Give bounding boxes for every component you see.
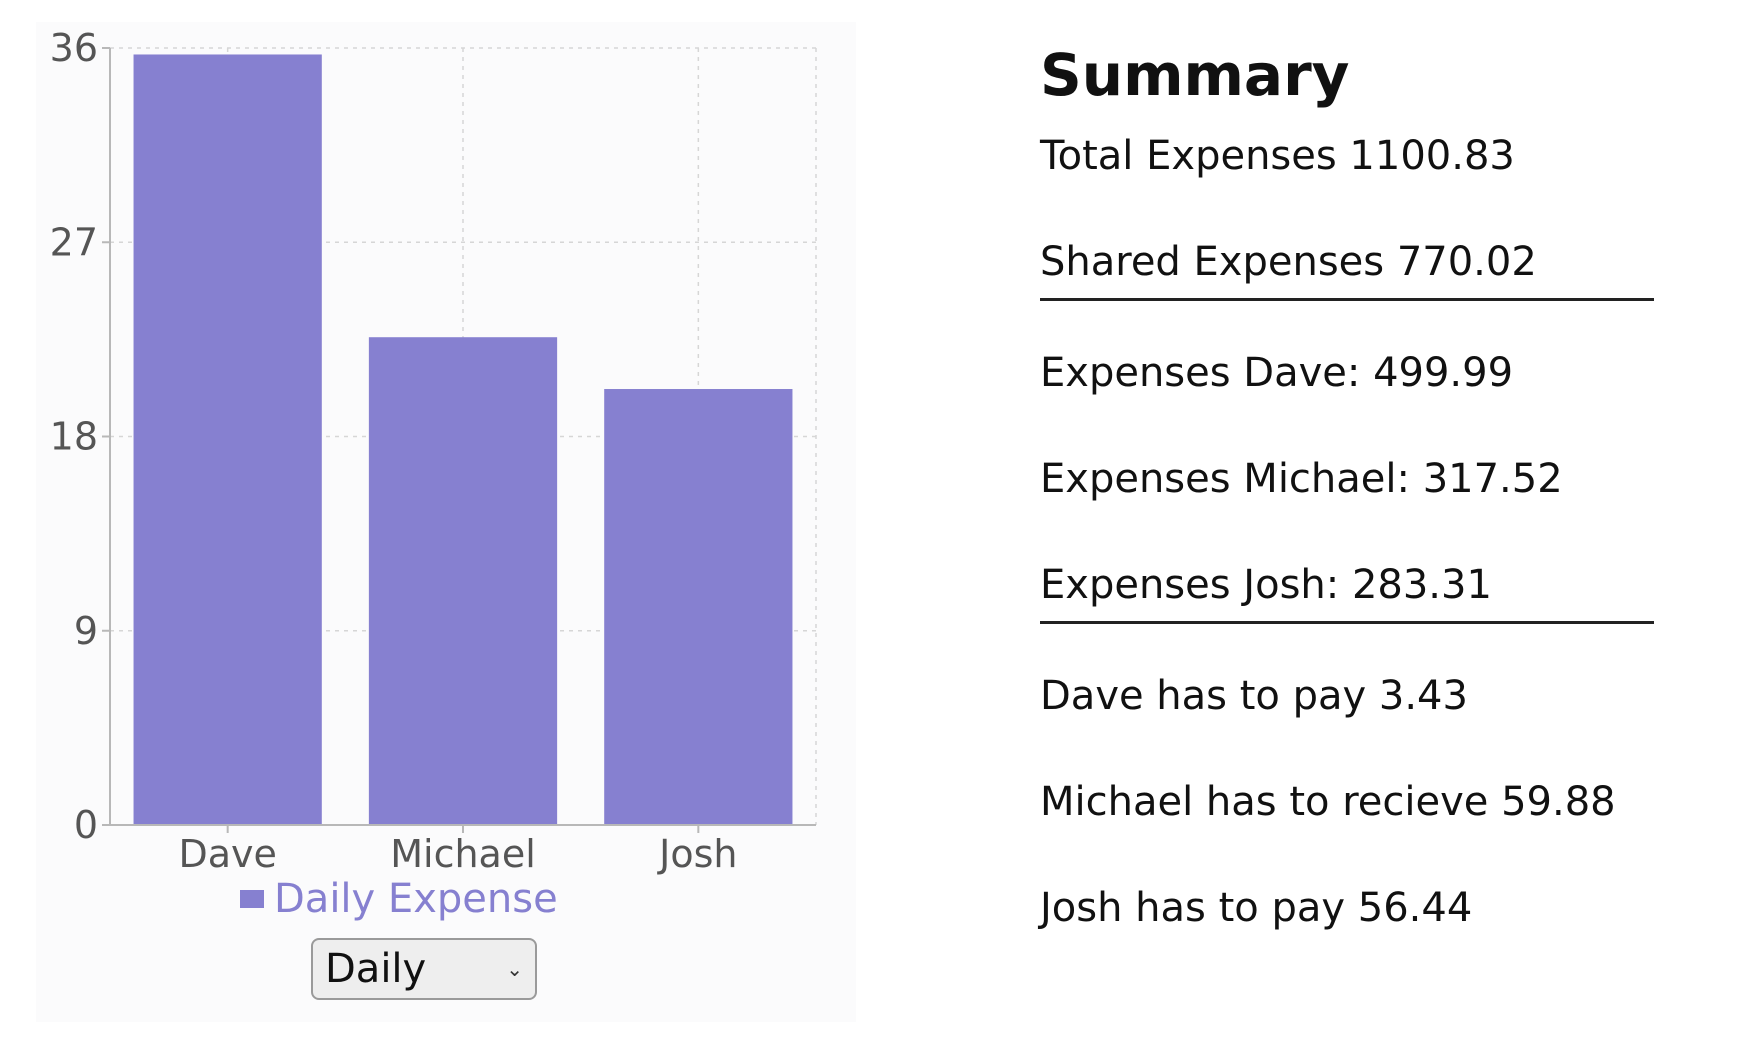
y-tick-label: 9 [74,609,98,653]
settlement-dave: Dave has to pay 3.43 [1040,673,1468,719]
y-tick-label: 27 [50,220,98,264]
x-tick-label: Josh [657,832,737,876]
y-tick-label: 18 [50,415,98,459]
bar-michael [368,337,558,825]
settlement-michael: Michael has to recieve 59.88 [1040,779,1616,825]
divider [1040,621,1654,624]
bar-dave [133,54,322,826]
divider [1040,298,1654,301]
y-tick-label: 0 [74,803,98,847]
chart-legend[interactable]: Daily Expense [240,874,558,924]
bar-chart: 0 9 18 27 36 Dave Michael Josh [50,26,817,876]
y-tick-label: 36 [50,26,98,70]
period-select-value: Daily [325,946,427,992]
x-tick-label: Michael [390,832,536,876]
settlement-josh: Josh has to pay 56.44 [1040,885,1473,931]
expenses-dave: Expenses Dave: 499.99 [1040,350,1514,396]
legend-swatch [240,890,264,908]
bar-josh [604,389,793,825]
chart-panel: 0 9 18 27 36 Dave Michael Josh Daily Expense Da… [36,22,856,1022]
expenses-josh: Expenses Josh: 283.31 [1040,562,1492,608]
shared-expenses: Shared Expenses 770.02 [1040,239,1537,285]
legend-label: Daily Expense [274,876,558,922]
total-expenses: Total Expenses 1100.83 [1040,133,1515,179]
summary-title: Summary [1040,41,1350,109]
expenses-michael: Expenses Michael: 317.52 [1040,456,1563,502]
chevron-down-icon: ⌄ [506,957,523,981]
x-tick-label: Dave [178,832,276,876]
summary-panel: Summary Total Expenses 1100.83 Shared Ex… [1040,40,1660,944]
period-select[interactable]: Daily ⌄ [311,938,537,1000]
